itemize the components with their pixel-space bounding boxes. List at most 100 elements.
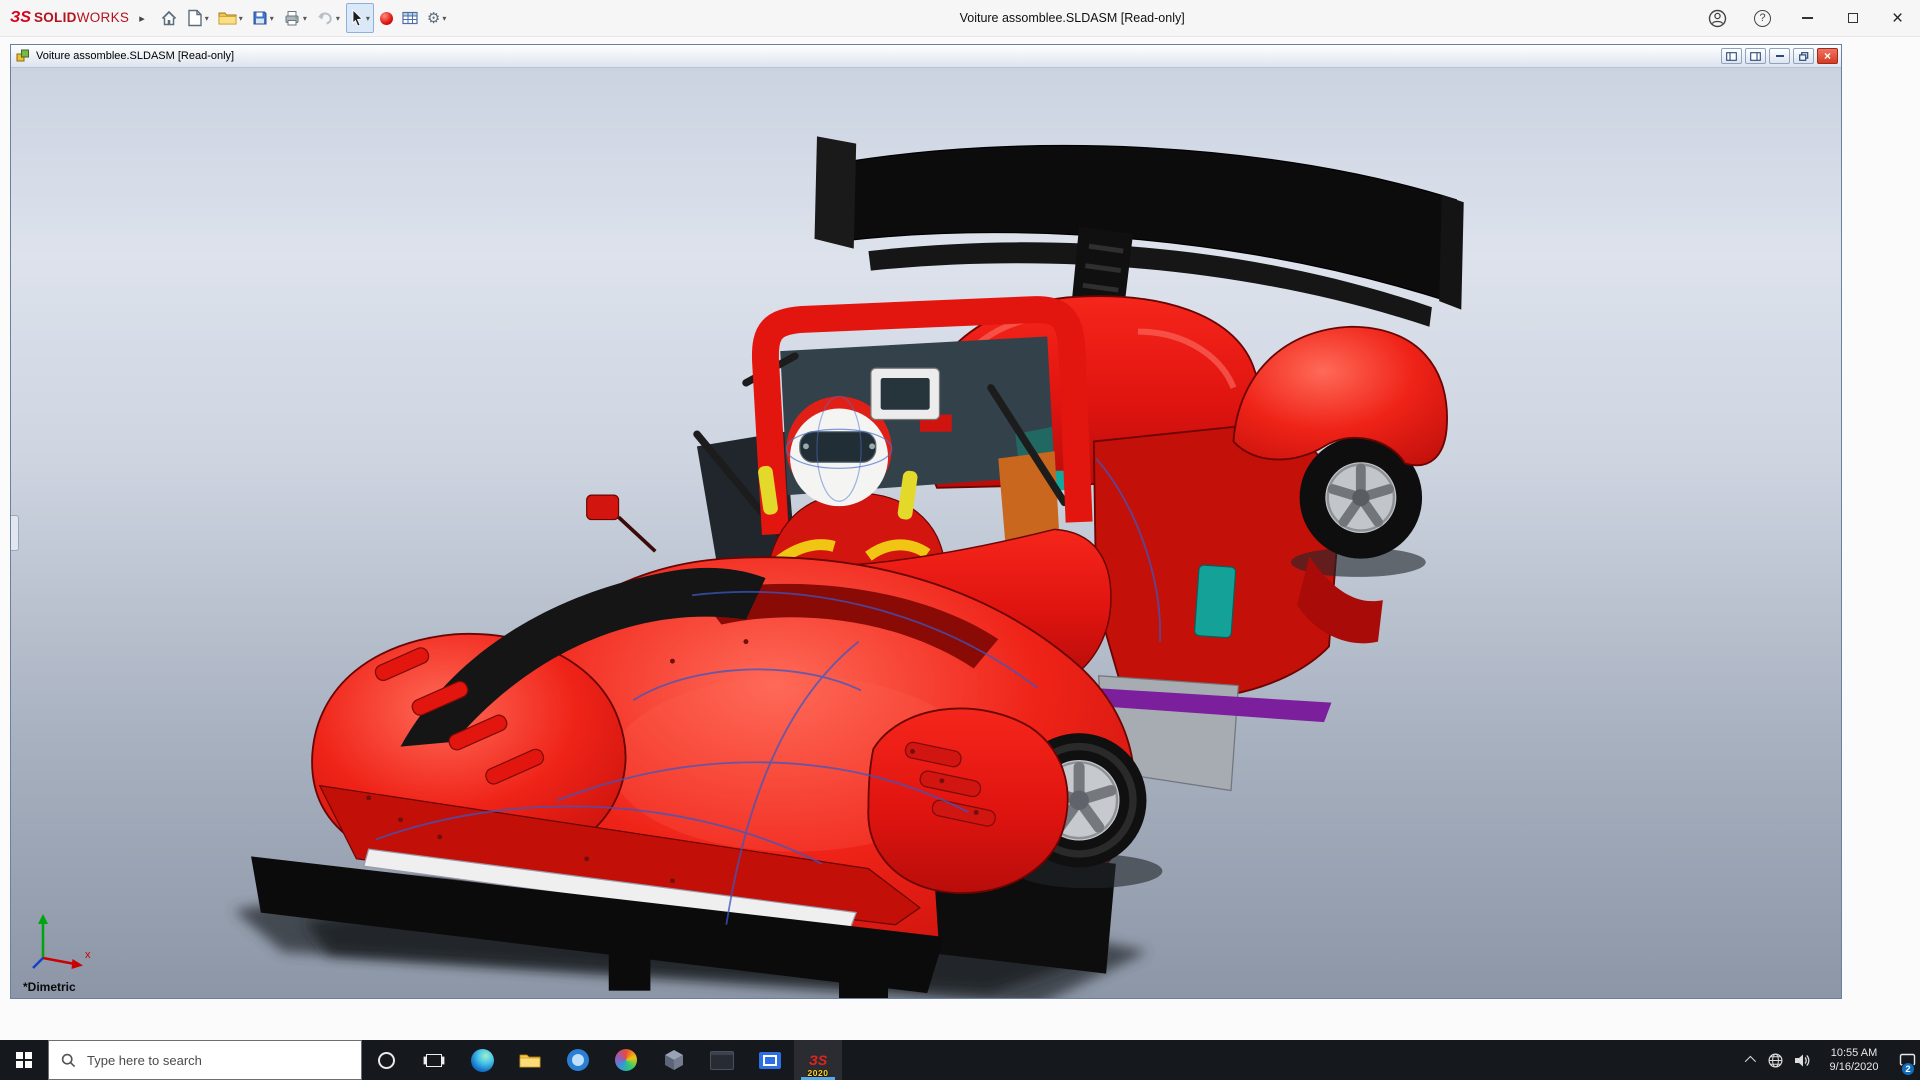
help-button[interactable]: ? [1740,0,1785,36]
window-controls: ? × [1695,0,1920,36]
solidworks-taskbar-button[interactable]: ЗS 2020 [794,1040,842,1080]
graphics-viewport[interactable]: x *Dimetric [11,68,1841,998]
edge-button[interactable] [458,1040,506,1080]
options-button[interactable]: ⚙ ▾ [424,4,449,32]
solidworks-taskbar-icon: ЗS [809,1052,827,1068]
notification-badge: 2 [1901,1062,1915,1076]
pane-right-icon [1750,52,1761,61]
select-tool-button[interactable]: ▾ [346,3,374,33]
file-explorer-button[interactable] [506,1040,554,1080]
right-front-fender[interactable] [868,708,1067,893]
options-dropdown-icon[interactable]: ▾ [442,14,446,23]
new-document-button[interactable]: ▾ [184,4,212,32]
select-cursor-icon [350,9,364,27]
cortana-icon [378,1052,395,1069]
system-tray: 10:55 AM 9/16/2020 2 [1736,1040,1920,1080]
save-icon [252,10,268,26]
pane-left-icon [1726,52,1737,61]
orientation-triad: x [27,908,99,974]
chevron-up-icon [1745,1056,1756,1067]
car-3d-model[interactable] [11,68,1841,998]
home-button[interactable] [157,4,181,32]
appearance-button[interactable] [377,4,396,32]
undo-dropdown-icon[interactable]: ▾ [336,14,340,23]
screen: ЗS SOLIDWORKS ▸ ▾ ▾ ▾ ▾ [0,0,1920,1080]
window-title: Voiture assomblee.SLDASM [Read-only] [449,11,1695,25]
document-window: Voiture assomblee.SLDASM [Read-only] × [10,44,1842,999]
brand-name-bold: SOLID [34,10,77,25]
photos-icon [615,1049,637,1071]
new-document-dropdown-icon[interactable]: ▾ [205,14,209,23]
document-close-button[interactable]: × [1817,48,1838,64]
document-restore-icon [1799,52,1809,61]
document-restore-button[interactable] [1793,48,1814,64]
side-mirror[interactable] [587,495,656,551]
feature-panel-collapse-handle[interactable] [11,515,19,551]
search-input[interactable] [85,1052,339,1069]
cortana-button[interactable] [362,1040,410,1080]
document-minimize-icon [1776,55,1784,57]
new-document-icon [187,9,203,27]
edge-icon [471,1049,494,1072]
network-button[interactable] [1762,1040,1788,1080]
pane-layout-right-button[interactable] [1745,48,1766,64]
undo-icon [316,10,334,26]
start-button[interactable] [0,1040,48,1080]
assembly-document-icon [16,49,30,63]
minimize-button[interactable] [1785,0,1830,36]
menu-expand-arrow-icon[interactable]: ▸ [139,12,145,25]
save-dropdown-icon[interactable]: ▾ [270,14,274,23]
brand-name-light: WORKS [77,10,130,25]
undo-button[interactable]: ▾ [313,4,343,32]
windows-logo-icon [16,1052,32,1068]
console-app-button[interactable] [698,1040,746,1080]
volume-icon [1793,1052,1810,1069]
clock-time: 10:55 AM [1831,1046,1877,1060]
photos-button[interactable] [602,1040,650,1080]
media-app-button[interactable] [746,1040,794,1080]
print-dropdown-icon[interactable]: ▾ [303,14,307,23]
account-button[interactable] [1695,0,1740,36]
cube-app-button[interactable] [650,1040,698,1080]
solidworks-brand: ЗS SOLIDWORKS [10,9,129,27]
tray-overflow-button[interactable] [1736,1040,1762,1080]
search-icon [61,1053,76,1068]
select-tool-dropdown-icon[interactable]: ▾ [366,14,370,23]
volume-button[interactable] [1788,1040,1814,1080]
triad-z-axis [33,958,43,968]
document-window-controls: × [1721,48,1838,64]
view-orientation-label: *Dimetric [23,980,76,994]
task-view-button[interactable] [410,1040,458,1080]
account-icon [1708,9,1727,28]
save-button[interactable]: ▾ [249,4,277,32]
document-title: Voiture assomblee.SLDASM [Read-only] [36,50,234,62]
side-window [1194,565,1236,638]
cube-app-icon [664,1049,684,1071]
browser-button[interactable] [554,1040,602,1080]
design-table-button[interactable] [399,4,421,32]
document-titlebar[interactable]: Voiture assomblee.SLDASM [Read-only] × [11,45,1841,68]
open-dropdown-icon[interactable]: ▾ [239,14,243,23]
action-center-button[interactable]: 2 [1894,1040,1920,1080]
close-button[interactable]: × [1875,0,1920,36]
triad-x-label: x [85,949,91,961]
maximize-icon [1848,13,1858,23]
print-button[interactable]: ▾ [280,4,310,32]
document-minimize-button[interactable] [1769,48,1790,64]
maximize-button[interactable] [1830,0,1875,36]
app-titlebar: ЗS SOLIDWORKS ▸ ▾ ▾ ▾ ▾ [0,0,1920,37]
taskbar: ЗS 2020 10:55 AM 9/16/2020 2 [0,1040,1920,1080]
quick-access-toolbar: ▾ ▾ ▾ ▾ ▾ ▾ [157,3,450,33]
design-table-icon [402,11,418,25]
close-icon: × [1892,9,1903,28]
open-button[interactable]: ▾ [215,4,246,32]
settings-gear-icon: ⚙ [427,11,440,26]
task-view-icon [426,1054,442,1067]
triad-x-axis [43,958,75,964]
taskbar-search[interactable] [48,1040,362,1080]
pane-layout-left-button[interactable] [1721,48,1742,64]
taskbar-clock[interactable]: 10:55 AM 9/16/2020 [1814,1040,1894,1080]
home-icon [160,9,178,27]
document-close-icon: × [1824,50,1831,62]
media-app-icon [759,1052,781,1069]
